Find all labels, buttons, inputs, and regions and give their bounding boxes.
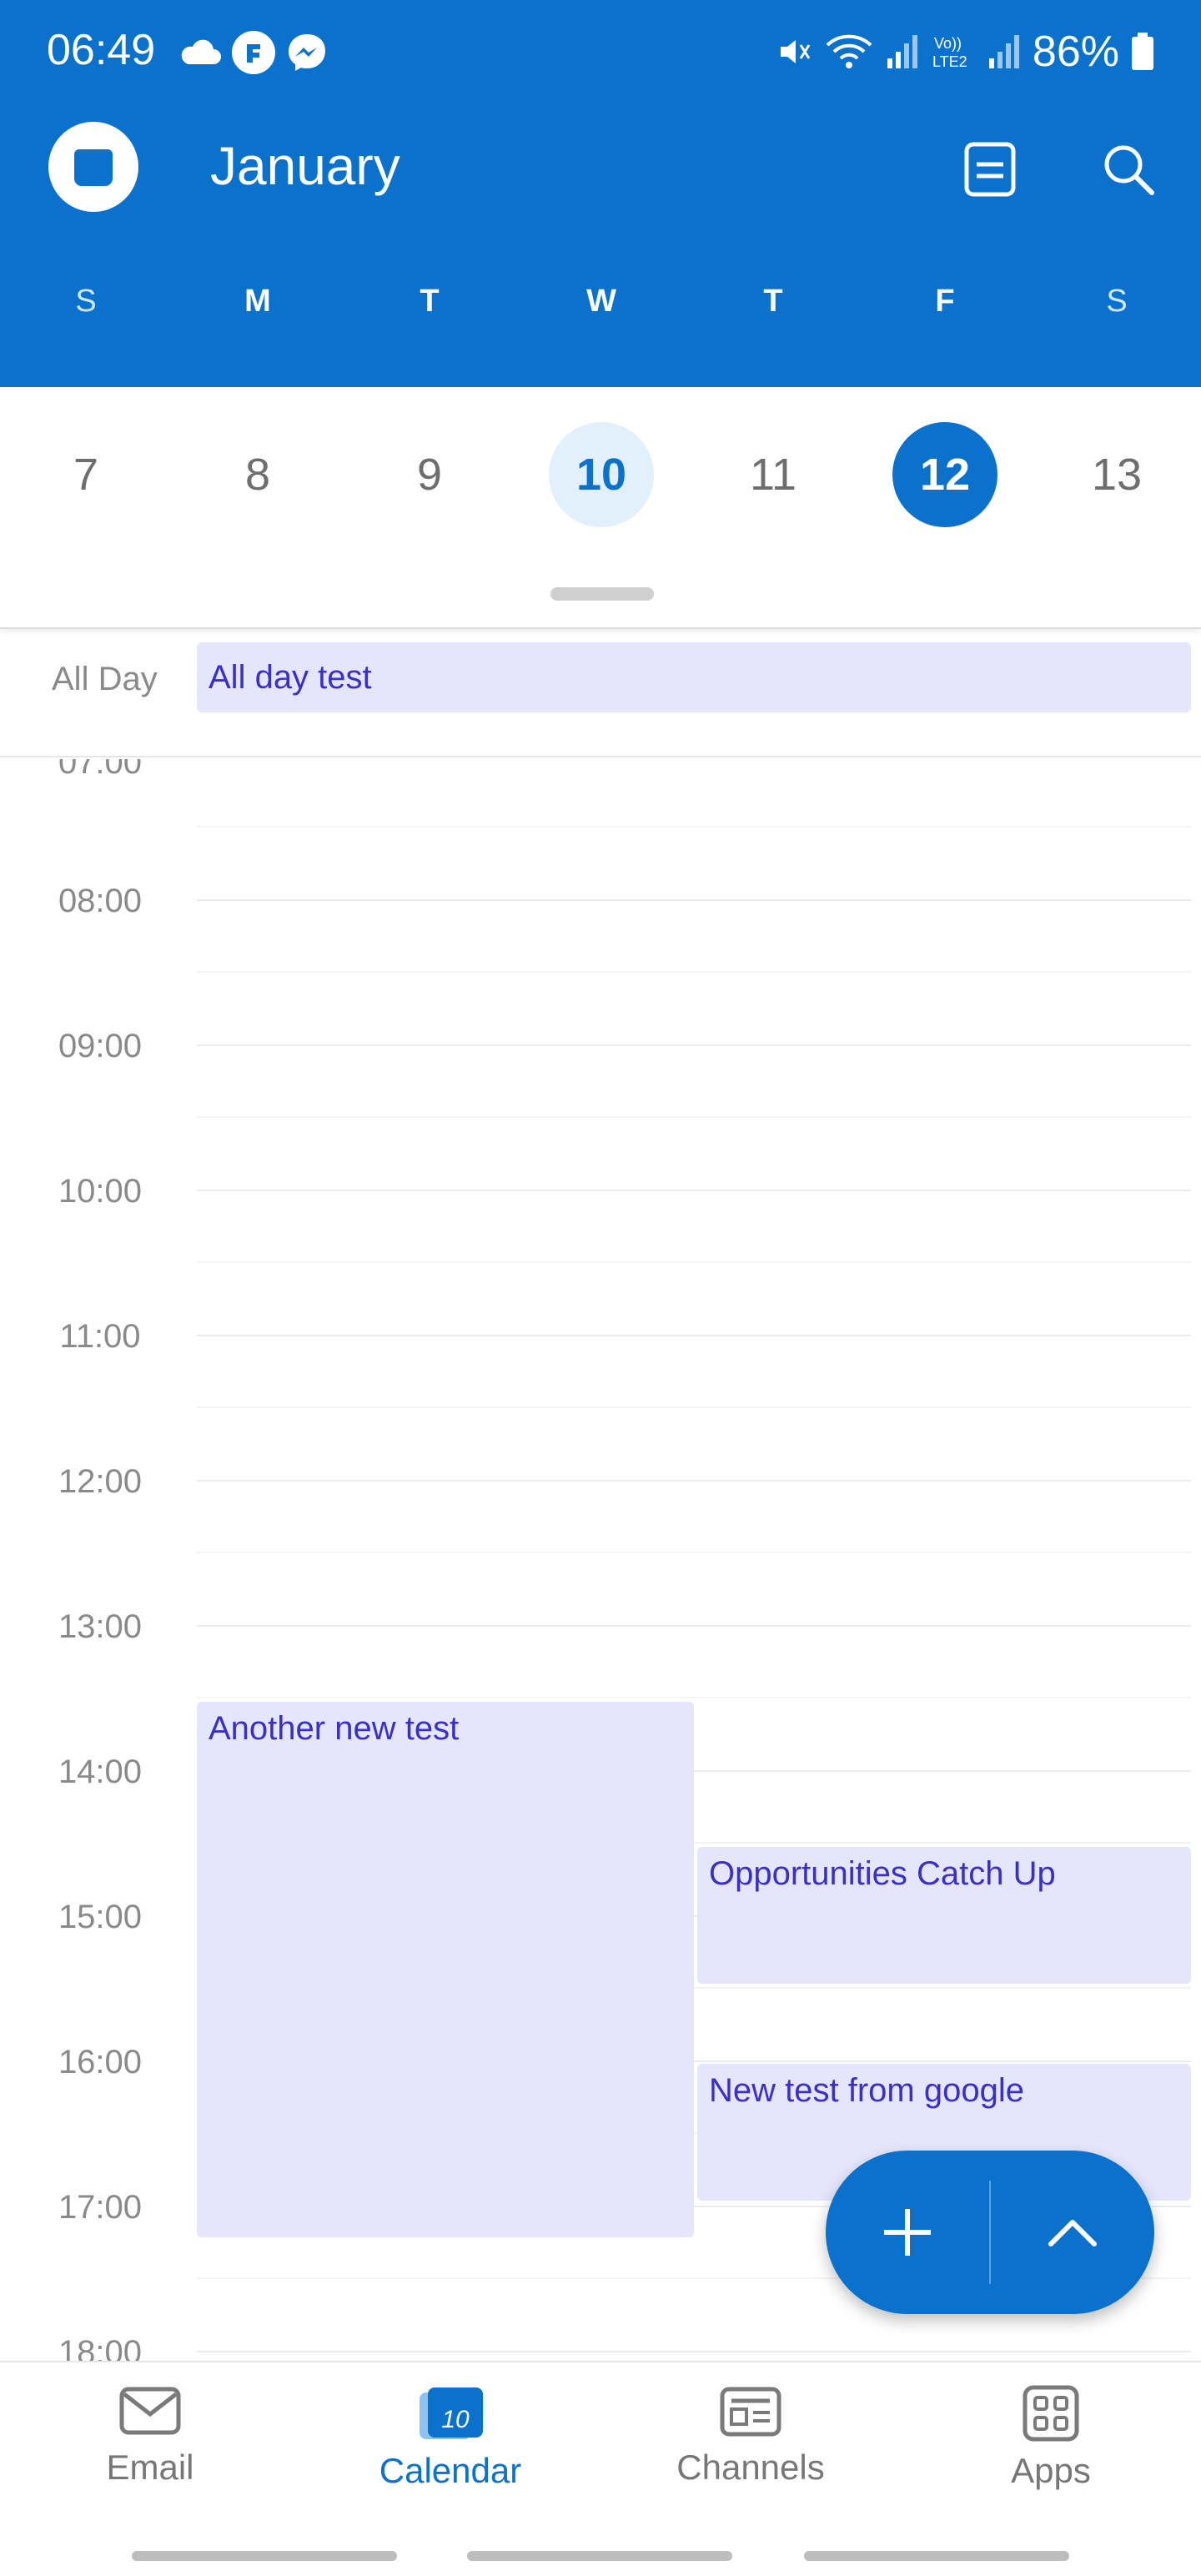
all-day-event[interactable]: All day test <box>197 642 1191 712</box>
apps-icon <box>1023 2385 1079 2442</box>
hour-label: 07:00 <box>58 759 143 781</box>
dow-wednesday: W <box>586 284 616 319</box>
dow-saturday: S <box>1106 284 1128 319</box>
hour-label: 13:00 <box>58 1608 143 1645</box>
gesture-bar <box>467 2551 732 2561</box>
nav-calendar-label: Calendar <box>379 2451 522 2490</box>
mute-icon <box>780 40 811 63</box>
hour-line <box>197 1480 1191 1482</box>
hour-line <box>197 899 1191 901</box>
status-bar: 06:49 Vo)) LTE2 86% <box>0 0 1201 103</box>
battery-percent: 86% <box>1032 28 1119 76</box>
floating-action-button <box>826 2151 1154 2314</box>
app-notification-icon <box>232 31 275 74</box>
hour-label: 09:00 <box>58 1028 143 1064</box>
signal-icon-2 <box>988 35 1019 68</box>
calendar-event[interactable]: Opportunities Catch Up <box>697 1847 1191 1984</box>
hour-label: 08:00 <box>58 883 143 919</box>
hour-label: 10:00 <box>58 1173 143 1210</box>
date-cell[interactable]: 11 <box>721 422 826 527</box>
wifi-icon <box>826 34 872 68</box>
dow-thursday: T <box>763 284 783 319</box>
half-hour-line <box>197 1406 1191 1408</box>
dow-friday: F <box>935 284 955 319</box>
nav-apps-label: Apps <box>1011 2451 1091 2490</box>
half-hour-line <box>197 826 1191 828</box>
half-hour-line <box>197 1116 1191 1118</box>
week-date-strip: 7 8 9 10 11 12 13 <box>0 387 1201 629</box>
cloud-icon <box>181 39 221 64</box>
half-hour-line <box>197 1552 1191 1553</box>
hour-label: 15:00 <box>58 1899 143 1935</box>
gesture-bar <box>132 2551 397 2561</box>
hour-label: 11:00 <box>59 1318 141 1355</box>
svg-text:LTE2: LTE2 <box>932 53 967 70</box>
battery-icon <box>1132 33 1153 70</box>
hour-label: 18:00 <box>58 2334 143 2361</box>
title-row: January <box>0 103 1201 229</box>
half-hour-line <box>197 971 1191 973</box>
dow-monday: M <box>244 284 271 319</box>
notification-icons <box>178 28 329 77</box>
all-day-label: All Day <box>52 661 158 697</box>
plus-icon <box>884 2209 931 2256</box>
expand-handle[interactable] <box>550 587 654 601</box>
nav-email-label: Email <box>106 2448 194 2487</box>
app-header: 06:49 Vo)) LTE2 86% January S M T W T F … <box>0 0 1201 387</box>
date-cell[interactable]: 9 <box>377 422 482 527</box>
month-title[interactable]: January <box>210 135 400 197</box>
chevron-up-icon <box>1048 2220 1097 2246</box>
nav-apps[interactable]: Apps <box>926 2384 1176 2526</box>
system-status-icons: Vo)) LTE2 86% <box>776 25 1154 78</box>
half-hour-line <box>197 1261 1191 1263</box>
channels-icon <box>720 2387 781 2437</box>
bottom-navigation: Email 10 Calendar Channels Apps <box>0 2361 1201 2576</box>
date-cell[interactable]: 8 <box>205 422 310 527</box>
hour-line <box>197 2351 1191 2352</box>
hour-line <box>197 1044 1191 1046</box>
hour-label: 12:00 <box>58 1463 143 1500</box>
day-view-icon <box>964 142 1016 197</box>
day-of-week-row: S M T W T F S <box>0 284 1201 350</box>
svg-text:Vo)): Vo)) <box>934 35 962 52</box>
date-cell[interactable]: 7 <box>33 422 138 527</box>
new-event-button[interactable] <box>826 2151 989 2314</box>
hour-label: 16:00 <box>58 2044 143 2080</box>
calendar-event[interactable]: Another new test <box>197 1702 694 2237</box>
hour-line <box>197 1335 1191 1336</box>
all-day-row: All Day All day test <box>0 631 1201 757</box>
hour-label: 17:00 <box>58 2189 143 2226</box>
date-cell[interactable]: 13 <box>1064 422 1169 527</box>
nav-calendar[interactable]: 10 Calendar <box>325 2384 575 2526</box>
calendar-badge-date: 10 <box>441 2406 470 2433</box>
nav-channels-label: Channels <box>676 2448 825 2487</box>
hour-line <box>197 1190 1191 1191</box>
time-grid[interactable]: 07:00 08:00 09:00 10:00 11:00 12:00 13:0… <box>0 759 1201 2361</box>
calendar-switcher-button[interactable] <box>48 122 138 212</box>
half-hour-line <box>197 1697 1191 1698</box>
hour-label: 14:00 <box>58 1753 143 1790</box>
gesture-bar <box>804 2551 1069 2561</box>
messenger-icon <box>289 34 325 71</box>
date-cell-selected[interactable]: 12 <box>892 422 997 527</box>
status-time: 06:49 <box>47 26 156 74</box>
nav-email[interactable]: Email <box>25 2384 275 2526</box>
search-button[interactable] <box>1091 132 1166 207</box>
day-view-button[interactable] <box>952 132 1028 207</box>
mail-icon <box>119 2387 181 2435</box>
signal-icon <box>887 35 917 68</box>
dow-sunday: S <box>75 284 97 319</box>
expand-up-button[interactable] <box>991 2151 1154 2314</box>
dow-tuesday: T <box>420 284 440 319</box>
date-cell-today[interactable]: 10 <box>549 422 654 527</box>
nav-channels[interactable]: Channels <box>626 2384 876 2526</box>
calendar-icon <box>74 149 113 186</box>
hour-line <box>197 1625 1191 1627</box>
calendar-icon: 10 <box>420 2387 483 2439</box>
volte-icon: Vo))LTE2 <box>932 35 967 70</box>
search-icon <box>1104 145 1154 195</box>
